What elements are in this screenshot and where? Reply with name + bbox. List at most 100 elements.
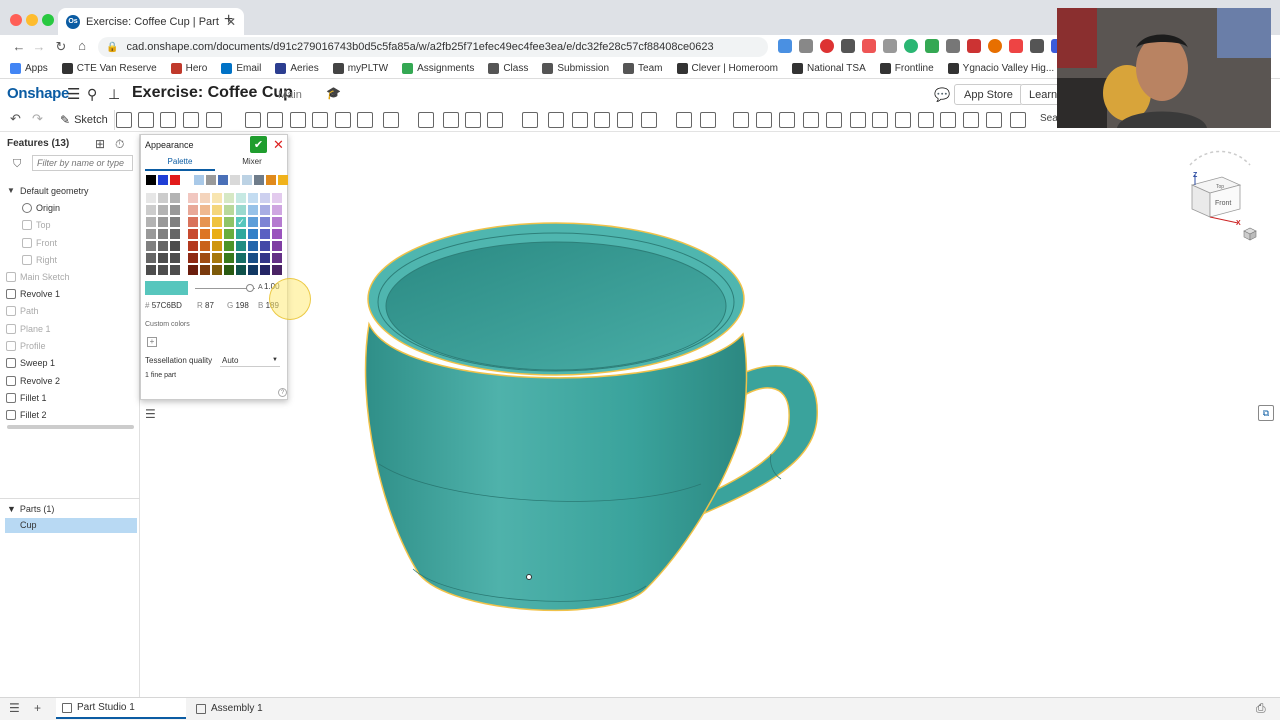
extension-icon[interactable]: [778, 39, 792, 53]
feature-tool-icon[interactable]: [895, 112, 911, 128]
color-swatch[interactable]: [200, 205, 210, 215]
bookmark-item[interactable]: Apps: [10, 63, 48, 74]
color-swatch[interactable]: [200, 253, 210, 263]
search-tools[interactable]: Sea: [1040, 113, 1058, 124]
color-swatch[interactable]: [146, 205, 156, 215]
red-field[interactable]: R 87: [197, 301, 214, 310]
feature-item-front[interactable]: Front: [22, 234, 57, 251]
color-swatch[interactable]: [158, 253, 168, 263]
feature-list-scrollbar[interactable]: [7, 425, 134, 429]
graphics-viewport[interactable]: [141, 134, 1280, 696]
feature-tool-icon[interactable]: [700, 112, 716, 128]
color-swatch[interactable]: [146, 217, 156, 227]
color-swatch[interactable]: [158, 193, 168, 203]
color-swatch[interactable]: [206, 175, 216, 185]
color-swatch[interactable]: [224, 253, 234, 263]
color-swatch[interactable]: [260, 217, 270, 227]
bookmark-item[interactable]: Submission: [542, 63, 609, 74]
right-panel-icon[interactable]: ⧉: [1258, 405, 1274, 421]
extension-icon[interactable]: [1030, 39, 1044, 53]
color-swatch[interactable]: [212, 253, 222, 263]
feature-tool-icon[interactable]: [487, 112, 503, 128]
color-swatch[interactable]: [200, 265, 210, 275]
color-swatch[interactable]: [146, 241, 156, 251]
color-swatch[interactable]: [200, 193, 210, 203]
feature-tool-icon[interactable]: [733, 112, 749, 128]
color-swatch[interactable]: [272, 205, 282, 215]
bookmark-item[interactable]: National TSA: [792, 63, 866, 74]
color-swatch[interactable]: [224, 217, 234, 227]
add-folder-icon[interactable]: ⊞: [95, 137, 105, 151]
hex-field[interactable]: # 57C6BD: [145, 301, 182, 310]
feature-tool-icon[interactable]: [940, 112, 956, 128]
feature-tool-icon[interactable]: [963, 112, 979, 128]
feature-list-toggle-icon[interactable]: ☰: [145, 407, 156, 421]
color-swatch[interactable]: [212, 205, 222, 215]
tab-mixer[interactable]: Mixer: [217, 157, 287, 171]
history-icon[interactable]: ⏱: [115, 137, 124, 152]
cup-model[interactable]: [141, 134, 1280, 696]
green-field[interactable]: G 198: [227, 301, 249, 310]
extension-icon[interactable]: [799, 39, 813, 53]
bookmark-item[interactable]: CTE Van Reserve: [61, 63, 157, 74]
extension-icon[interactable]: [883, 39, 897, 53]
color-swatch[interactable]: [170, 253, 180, 263]
color-swatch[interactable]: [212, 241, 222, 251]
redo-icon[interactable]: ↷: [32, 111, 43, 127]
color-swatch[interactable]: [188, 217, 198, 227]
color-swatch[interactable]: [170, 175, 180, 185]
feature-tool-icon[interactable]: [290, 112, 306, 128]
minimize-window-button[interactable]: [26, 14, 38, 26]
color-swatch[interactable]: [224, 205, 234, 215]
feature-tool-icon[interactable]: [116, 112, 132, 128]
url-bar[interactable]: 🔒 cad.onshape.com/documents/d91c27901674…: [98, 37, 768, 57]
color-swatch[interactable]: [272, 229, 282, 239]
feature-tool-icon[interactable]: [206, 112, 222, 128]
feature-tool-icon[interactable]: [465, 112, 481, 128]
color-swatch[interactable]: [146, 265, 156, 275]
color-swatch[interactable]: [212, 193, 222, 203]
color-swatch[interactable]: [194, 175, 204, 185]
undo-icon[interactable]: ↶: [10, 111, 21, 127]
color-swatch[interactable]: [188, 253, 198, 263]
part-item-cup[interactable]: Cup: [5, 518, 137, 533]
color-swatch[interactable]: [236, 193, 246, 203]
forward-icon[interactable]: →: [28, 39, 50, 54]
print-icon[interactable]: ⎙: [1256, 701, 1266, 716]
color-swatch[interactable]: [170, 241, 180, 251]
feature-tool-icon[interactable]: [572, 112, 588, 128]
tab-list-icon[interactable]: ☰: [9, 701, 20, 715]
color-swatch[interactable]: [260, 205, 270, 215]
app-store-button[interactable]: App Store: [954, 84, 1023, 105]
feature-tool-icon[interactable]: [138, 112, 154, 128]
feature-tool-icon[interactable]: [872, 112, 888, 128]
feature-tool-icon[interactable]: [418, 112, 434, 128]
color-swatch[interactable]: [200, 229, 210, 239]
feature-item-top[interactable]: Top: [22, 216, 51, 233]
color-swatch[interactable]: [188, 193, 198, 203]
cup-interior[interactable]: [385, 241, 727, 371]
color-swatch[interactable]: [230, 175, 240, 185]
version-graph-icon[interactable]: ⚲: [87, 86, 97, 103]
feature-tool-icon[interactable]: [756, 112, 772, 128]
color-swatch[interactable]: [188, 265, 198, 275]
feature-tool-icon[interactable]: [594, 112, 610, 128]
feature-item-revolve-2[interactable]: Revolve 2: [6, 372, 60, 389]
selected-color-swatch[interactable]: ✓: [236, 217, 246, 227]
bookmark-item[interactable]: Clever | Homeroom: [676, 63, 778, 74]
feature-item-profile[interactable]: Profile: [6, 337, 46, 354]
color-swatch[interactable]: [146, 253, 156, 263]
extension-icon[interactable]: [988, 39, 1002, 53]
color-swatch[interactable]: [188, 241, 198, 251]
color-swatch[interactable]: [224, 241, 234, 251]
color-swatch[interactable]: [236, 253, 246, 263]
color-swatch[interactable]: [170, 193, 180, 203]
bookmark-item[interactable]: Hero: [170, 63, 207, 74]
bookmark-item[interactable]: Assignments: [402, 63, 474, 74]
bookmark-item[interactable]: Frontline: [879, 63, 934, 74]
color-swatch[interactable]: [212, 217, 222, 227]
sketch-button[interactable]: ✎ Sketch: [54, 110, 115, 130]
feature-tool-icon[interactable]: [986, 112, 1002, 128]
feature-item-sweep-1[interactable]: Sweep 1: [6, 354, 55, 371]
color-swatch[interactable]: [170, 205, 180, 215]
